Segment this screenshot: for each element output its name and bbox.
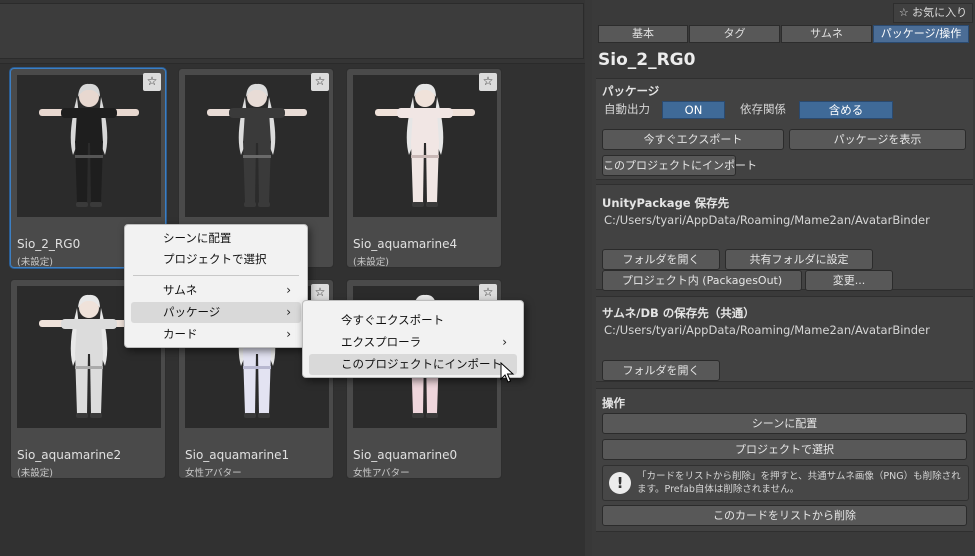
avatar-figure-icon (207, 83, 307, 207)
avatar-card[interactable]: ☆ Sio_aquamarine4 (未設定) (346, 68, 502, 268)
menu-item-package[interactable]: パッケージ › (131, 302, 301, 323)
mouse-cursor-icon (500, 362, 515, 383)
place-in-scene-button[interactable]: シーンに配置 (602, 413, 967, 434)
favorite-star-icon[interactable]: ☆ (479, 73, 497, 91)
remove-card-button[interactable]: このカードをリストから削除 (602, 505, 967, 526)
context-menu: シーンに配置 プロジェクトで選択 サムネ › パッケージ › カード › (124, 224, 308, 348)
warning-text: 「カードをリストから削除」を押すと、共通サムネ画像（PNG）も削除されます。Pr… (637, 471, 961, 495)
operations-section: 操作 シーンに配置 プロジェクトで選択 ! 「カードをリストから削除」を押すと、… (596, 388, 973, 532)
chevron-right-icon: › (286, 305, 291, 319)
thumb-location-section: サムネ/DB の保存先（共通） C:/Users/tyari/AppData/R… (596, 296, 973, 382)
package-section: パッケージ 自動出力 ON 依存関係 含める 今すぐエクスポート パッケージを表… (596, 78, 973, 180)
favorite-star-icon[interactable]: ☆ (143, 73, 161, 91)
dependency-label: 依存関係 (740, 102, 786, 116)
avatar-thumbnail (353, 75, 497, 217)
section-header: パッケージ (602, 84, 660, 98)
tab-thumbnail[interactable]: サムネ (781, 25, 872, 43)
auto-output-label: 自動出力 (604, 102, 650, 116)
page-title: Sio_2_RG0 (598, 50, 696, 70)
toolbar-area (0, 0, 585, 64)
warning-icon: ! (609, 472, 631, 494)
toolbar-field[interactable] (0, 3, 584, 59)
open-folder-button[interactable]: フォルダを開く (602, 360, 720, 381)
in-project-button[interactable]: プロジェクト内 (PackagesOut) (602, 270, 802, 291)
set-shared-folder-button[interactable]: 共有フォルダに設定 (725, 249, 873, 270)
show-package-button[interactable]: パッケージを表示 (789, 129, 966, 150)
card-name: Sio_aquamarine0 (353, 448, 458, 462)
save-location-section: UnityPackage 保存先 C:/Users/tyari/AppData/… (596, 184, 973, 291)
menu-item-select-in-project[interactable]: プロジェクトで選択 (131, 249, 301, 270)
card-subtitle: 女性アバター (353, 468, 410, 479)
section-header: 操作 (602, 396, 625, 410)
save-path: C:/Users/tyari/AppData/Roaming/Mame2an/A… (604, 213, 930, 227)
section-header: UnityPackage 保存先 (602, 196, 730, 210)
warning-box: ! 「カードをリストから削除」を押すと、共通サムネ画像（PNG）も削除されます。… (602, 465, 969, 501)
avatar-thumbnail (185, 75, 329, 217)
submenu-item-export-now[interactable]: 今すぐエクスポート (309, 310, 517, 331)
avatar-thumbnail (17, 75, 161, 217)
section-header: サムネ/DB の保存先（共通） (602, 306, 755, 320)
tab-basic[interactable]: 基本 (598, 25, 688, 43)
menu-item-label: パッケージ (163, 305, 221, 319)
card-subtitle: (未設定) (353, 257, 389, 268)
menu-item-card[interactable]: カード › (131, 324, 301, 345)
card-name: Sio_aquamarine1 (185, 448, 290, 462)
submenu-item-import-to-project[interactable]: このプロジェクトにインポート (309, 354, 517, 375)
menu-item-thumbnail[interactable]: サムネ › (131, 280, 301, 301)
menu-item-label: エクスプローラ (341, 335, 422, 349)
card-subtitle: (未設定) (17, 468, 53, 479)
avatar-figure-icon (375, 83, 475, 207)
export-now-button[interactable]: 今すぐエクスポート (602, 129, 784, 150)
submenu-item-explorer[interactable]: エクスプローラ › (309, 332, 517, 353)
menu-item-label: サムネ (163, 283, 198, 297)
menu-item-place-in-scene[interactable]: シーンに配置 (131, 228, 301, 249)
package-submenu: 今すぐエクスポート エクスプローラ › このプロジェクトにインポート (302, 300, 524, 378)
dependency-toggle[interactable]: 含める (799, 101, 893, 119)
chevron-right-icon: › (502, 335, 507, 349)
card-subtitle: (未設定) (17, 257, 53, 268)
card-name: Sio_aquamarine2 (17, 448, 122, 462)
favorite-star-icon[interactable]: ☆ (311, 73, 329, 91)
auto-output-toggle[interactable]: ON (662, 101, 725, 119)
inspector-panel: ☆ お気に入り 基本 タグ サムネ パッケージ/操作 Sio_2_RG0 パッケ… (592, 0, 975, 556)
card-subtitle: 女性アバター (185, 468, 242, 479)
card-name: Sio_aquamarine4 (353, 237, 458, 251)
menu-item-label: カード (163, 327, 198, 341)
tab-package-operations[interactable]: パッケージ/操作 (873, 25, 969, 43)
card-name: Sio_2_RG0 (17, 237, 81, 251)
select-in-project-button[interactable]: プロジェクトで選択 (602, 439, 967, 460)
menu-separator (133, 275, 299, 276)
import-to-project-button[interactable]: このプロジェクトにインポート (602, 155, 757, 176)
chevron-right-icon: › (286, 327, 291, 341)
tab-tags[interactable]: タグ (689, 25, 780, 43)
open-folder-button[interactable]: フォルダを開く (602, 249, 720, 270)
favorite-button[interactable]: ☆ お気に入り (893, 3, 973, 23)
chevron-right-icon: › (286, 283, 291, 297)
thumb-path: C:/Users/tyari/AppData/Roaming/Mame2an/A… (604, 323, 930, 337)
avatar-figure-icon (39, 83, 139, 207)
change-button[interactable]: 変更... (805, 270, 893, 291)
